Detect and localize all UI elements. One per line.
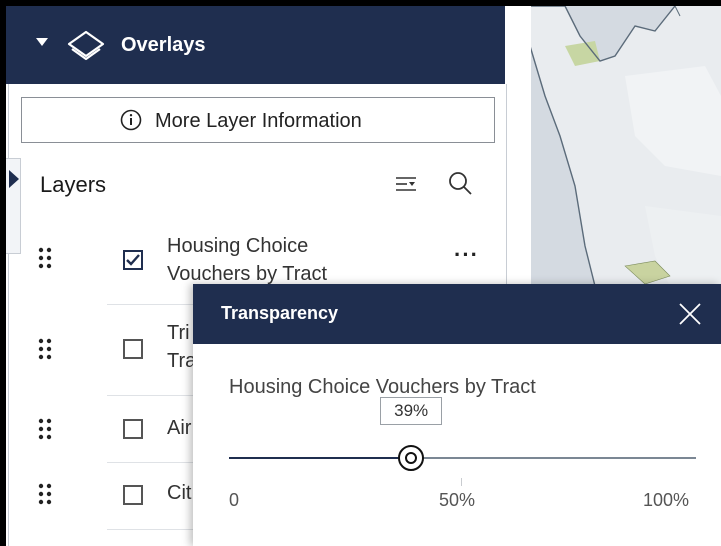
tick-label-min: 0 (229, 490, 240, 510)
slider-value-tooltip: 39% (380, 397, 443, 425)
transparency-header: Transparency (193, 284, 721, 344)
transparency-layer-name: Housing Choice Vouchers by Tract (229, 376, 536, 398)
layer-label-line1: Air (167, 417, 192, 439)
layer-checkbox[interactable] (123, 250, 143, 270)
info-icon (120, 109, 142, 131)
caret-down-icon[interactable] (36, 38, 48, 46)
checkmark-icon (126, 254, 140, 266)
drag-handle-icon[interactable] (37, 482, 53, 506)
slider-midpoint-mark (461, 478, 462, 486)
more-layer-information-label: More Layer Information (155, 110, 362, 132)
more-layer-information-button[interactable]: More Layer Information (21, 97, 495, 143)
transparency-title: Transparency (221, 303, 339, 323)
search-icon[interactable] (447, 170, 473, 196)
close-icon[interactable] (677, 301, 703, 327)
app-frame: Overlays More Layer Information Layers H… (0, 0, 721, 546)
layers-stack-icon (67, 30, 105, 61)
slider-thumb-center (405, 452, 418, 464)
layer-checkbox[interactable] (123, 485, 143, 505)
transparency-popup: Transparency Housing Choice Vouchers by … (193, 284, 721, 546)
layer-label-line2: Tra (167, 350, 197, 372)
collapse-arrow-icon[interactable] (9, 170, 19, 188)
overlays-header[interactable]: Overlays (6, 6, 505, 84)
frame-border-left (0, 0, 6, 546)
layer-label-line1: Cit (167, 482, 192, 504)
layers-title: Layers (40, 172, 107, 197)
layer-label-line1: Housing Choice (167, 235, 309, 257)
layer-more-options-icon[interactable]: ··· (454, 242, 479, 268)
transparency-slider-thumb[interactable] (398, 445, 425, 471)
frame-border-top (0, 0, 721, 6)
tick-label-mid: 50% (439, 490, 476, 510)
layer-checkbox[interactable] (123, 339, 143, 359)
drag-handle-icon[interactable] (37, 417, 53, 441)
overlays-title: Overlays (121, 34, 206, 56)
layer-label-line1: Tri (167, 322, 190, 344)
transparency-slider-fill (229, 457, 412, 459)
filter-icon[interactable] (394, 172, 418, 196)
transparency-slider-track[interactable] (229, 457, 696, 459)
drag-handle-icon[interactable] (37, 337, 53, 361)
layer-checkbox[interactable] (123, 419, 143, 439)
drag-handle-icon[interactable] (37, 246, 53, 270)
tick-label-max: 100% (643, 490, 690, 510)
